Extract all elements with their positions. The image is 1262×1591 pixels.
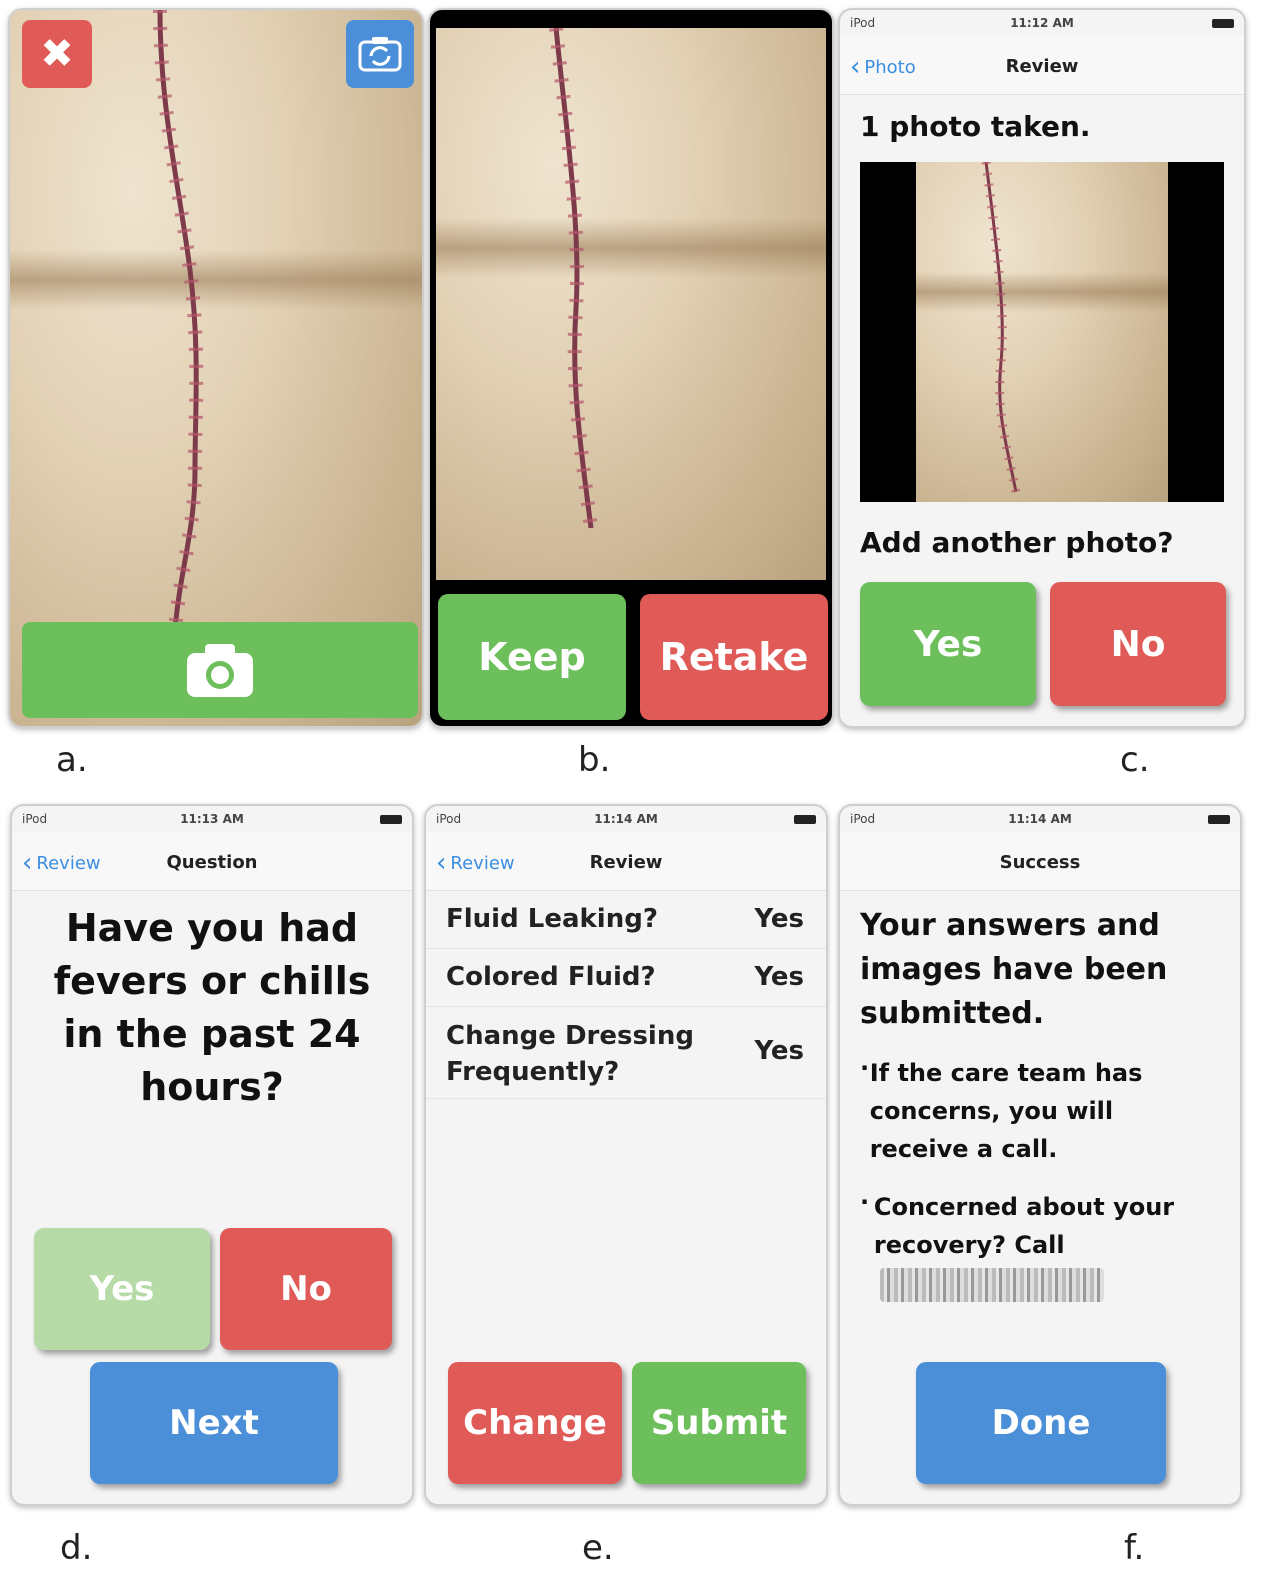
camera-icon xyxy=(187,644,253,697)
redacted-phone-number xyxy=(880,1268,1104,1302)
photo-thumbnail[interactable] xyxy=(860,162,1224,502)
close-button[interactable]: ✖ xyxy=(22,20,92,88)
add-photo-question: Add another photo? xyxy=(860,526,1174,559)
clock: 11:14 AM xyxy=(594,812,658,826)
keep-button[interactable]: Keep xyxy=(438,594,626,720)
yes-button[interactable]: Yes xyxy=(34,1228,210,1350)
bullet-icon: · xyxy=(860,1188,870,1216)
page-title: Review xyxy=(1005,56,1079,77)
panel-e-review: iPod 11:14 AM ‹ Review Review Fluid Leak… xyxy=(424,804,828,1506)
battery-icon xyxy=(1208,815,1230,824)
clock: 11:14 AM xyxy=(1008,812,1072,826)
camera-switch-icon xyxy=(358,37,402,72)
wound-photo-thumb xyxy=(916,162,1168,502)
status-bar: iPod 11:12 AM xyxy=(840,10,1244,36)
battery-icon xyxy=(794,815,816,824)
panel-c-review: iPod 11:12 AM ‹ Photo Review 1 photo tak… xyxy=(838,8,1246,728)
bullet-item: · If the care team has concerns, you wil… xyxy=(860,1054,1220,1168)
no-button[interactable]: No xyxy=(1050,582,1226,706)
panel-d-question: iPod 11:13 AM ‹ Review Question Have you… xyxy=(10,804,414,1506)
clock: 11:12 AM xyxy=(1010,16,1074,30)
status-bar: iPod 11:13 AM xyxy=(12,806,412,832)
clock: 11:13 AM xyxy=(180,812,244,826)
status-bar: iPod 11:14 AM xyxy=(426,806,826,832)
caption-c: c. xyxy=(1120,740,1150,780)
caption-f: f. xyxy=(1124,1528,1145,1568)
panel-f-success: iPod 11:14 AM Success Your answers and i… xyxy=(838,804,1242,1506)
page-title: Review xyxy=(589,852,663,873)
bullet-item: · Concerned about your recovery? Call xyxy=(860,1188,1220,1264)
nav-bar: Success xyxy=(840,832,1240,891)
caption-b: b. xyxy=(578,740,611,780)
bullet-text: If the care team has concerns, you will … xyxy=(869,1059,1143,1163)
review-row: Fluid Leaking? Yes xyxy=(426,892,826,949)
review-question: Change Dressing Frequently? xyxy=(446,1021,694,1087)
caption-e: e. xyxy=(582,1528,614,1568)
review-answer: Yes xyxy=(754,904,804,934)
caption-d: d. xyxy=(60,1528,93,1568)
switch-camera-button[interactable] xyxy=(346,20,414,88)
nav-bar: ‹ Review Review xyxy=(426,832,826,891)
suture-line xyxy=(153,10,204,631)
nav-bar: ‹ Review Question xyxy=(12,832,412,891)
shutter-button[interactable] xyxy=(22,622,418,718)
review-question: Fluid Leaking? xyxy=(446,904,658,934)
bullet-icon: · xyxy=(860,1054,870,1082)
retake-button[interactable]: Retake xyxy=(640,594,828,720)
done-button[interactable]: Done xyxy=(916,1362,1166,1484)
submit-button[interactable]: Submit xyxy=(632,1362,806,1484)
battery-icon xyxy=(1212,19,1234,28)
bullet-text: Concerned about your recovery? Call xyxy=(873,1193,1175,1259)
page-title: Success xyxy=(999,852,1081,873)
caption-a: a. xyxy=(56,740,88,780)
review-answer: Yes xyxy=(754,1036,804,1066)
suture-line xyxy=(549,28,598,529)
panel-a-camera: ✖ xyxy=(8,8,424,728)
no-button[interactable]: No xyxy=(220,1228,392,1350)
photos-count: 1 photo taken. xyxy=(860,110,1091,143)
change-button[interactable]: Change xyxy=(448,1362,622,1484)
panel-b-preview: Keep Retake xyxy=(428,8,834,728)
wound-photo-preview xyxy=(436,28,826,580)
review-row: Colored Fluid? Yes xyxy=(426,948,826,1007)
review-row: Change Dressing Frequently? Yes xyxy=(426,1006,826,1099)
page-title: Question xyxy=(166,852,258,873)
status-bar: iPod 11:14 AM xyxy=(840,806,1240,832)
next-button[interactable]: Next xyxy=(90,1362,338,1484)
wound-photo xyxy=(10,10,422,726)
nav-bar: ‹ Photo Review xyxy=(840,36,1244,95)
question-text: Have you had fevers or chills in the pas… xyxy=(53,906,371,1109)
yes-button[interactable]: Yes xyxy=(860,582,1036,706)
review-answer: Yes xyxy=(754,962,804,992)
review-question: Colored Fluid? xyxy=(446,962,656,992)
battery-icon xyxy=(380,815,402,824)
close-icon: ✖ xyxy=(40,31,74,77)
success-message: Your answers and images have been submit… xyxy=(860,908,1168,1031)
